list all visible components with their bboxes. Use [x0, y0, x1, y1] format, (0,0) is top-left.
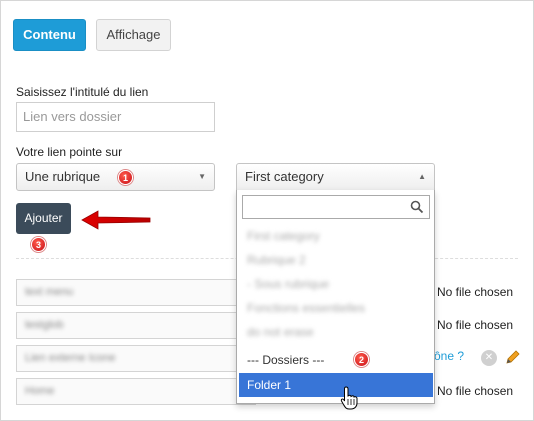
file-status-4: No file chosen [437, 384, 514, 398]
search-icon [410, 200, 424, 214]
menu-row-value-2: testglob [25, 319, 64, 331]
icon-choice-link[interactable]: ône ? [434, 349, 464, 363]
dropdown-item[interactable]: do not erase [239, 320, 433, 344]
file-status-2: No file chosen [437, 318, 514, 332]
dropdown-group-label: --- Dossiers --- [247, 353, 325, 367]
link-title-label: Saisissez l'intitulé du lien [16, 85, 149, 99]
pencil-icon[interactable] [505, 349, 521, 365]
menu-row-input-3[interactable]: Lien externe Icone [16, 345, 256, 372]
menu-row-value-4: Home [25, 385, 55, 397]
close-circle-icon[interactable]: ✕ [481, 350, 497, 366]
tab-contenu[interactable]: Contenu [13, 19, 86, 51]
dropdown-item[interactable]: Fonctions essentielles [239, 296, 433, 320]
file-status-1: No file chosen [437, 285, 514, 299]
category-select[interactable]: First category ▲ [236, 163, 435, 191]
link-title-input[interactable]: Lien vers dossier [16, 102, 215, 132]
category-dropdown: First category Rubrique 2 - Sous rubriqu… [236, 190, 435, 404]
dropdown-item-folder-1[interactable]: Folder 1 [239, 373, 433, 397]
step-badge-2: 2 [354, 352, 369, 367]
step-badge-3: 3 [31, 237, 46, 252]
dropdown-item-label: Fonctions essentielles [247, 301, 366, 315]
dropdown-search-input[interactable] [242, 195, 430, 219]
menu-row-value-3: Lien externe Icone [25, 352, 116, 364]
dropdown-item-label: Rubrique 2 [247, 253, 306, 267]
hand-cursor-icon [340, 386, 358, 410]
link-target-label: Votre lien pointe sur [16, 145, 123, 159]
red-arrow-icon [81, 210, 151, 230]
dropdown-item-label: do not erase [247, 325, 314, 339]
menu-row-input-1[interactable]: text menu [16, 279, 256, 306]
step-badge-1: 1 [118, 170, 133, 185]
tab-affichage[interactable]: Affichage [96, 19, 171, 51]
menu-row-input-4[interactable]: Home [16, 378, 256, 405]
dropdown-item[interactable]: Rubrique 2 [239, 248, 433, 272]
menu-row-value-1: text menu [25, 286, 74, 298]
ajouter-button[interactable]: Ajouter [16, 203, 71, 234]
caret-down-icon: ▼ [198, 172, 206, 181]
dropdown-item-label: First category [247, 229, 320, 243]
menu-row-input-2[interactable]: testglob [16, 312, 256, 339]
caret-up-icon: ▲ [418, 172, 426, 181]
link-type-select-value: Une rubrique [25, 169, 101, 184]
link-type-select[interactable]: Une rubrique ▼ [16, 163, 215, 191]
category-select-value: First category [245, 169, 324, 184]
dropdown-item[interactable]: - Sous rubrique [239, 272, 433, 296]
dropdown-item[interactable]: First category [239, 224, 433, 248]
dropdown-item-label: - Sous rubrique [247, 277, 330, 291]
